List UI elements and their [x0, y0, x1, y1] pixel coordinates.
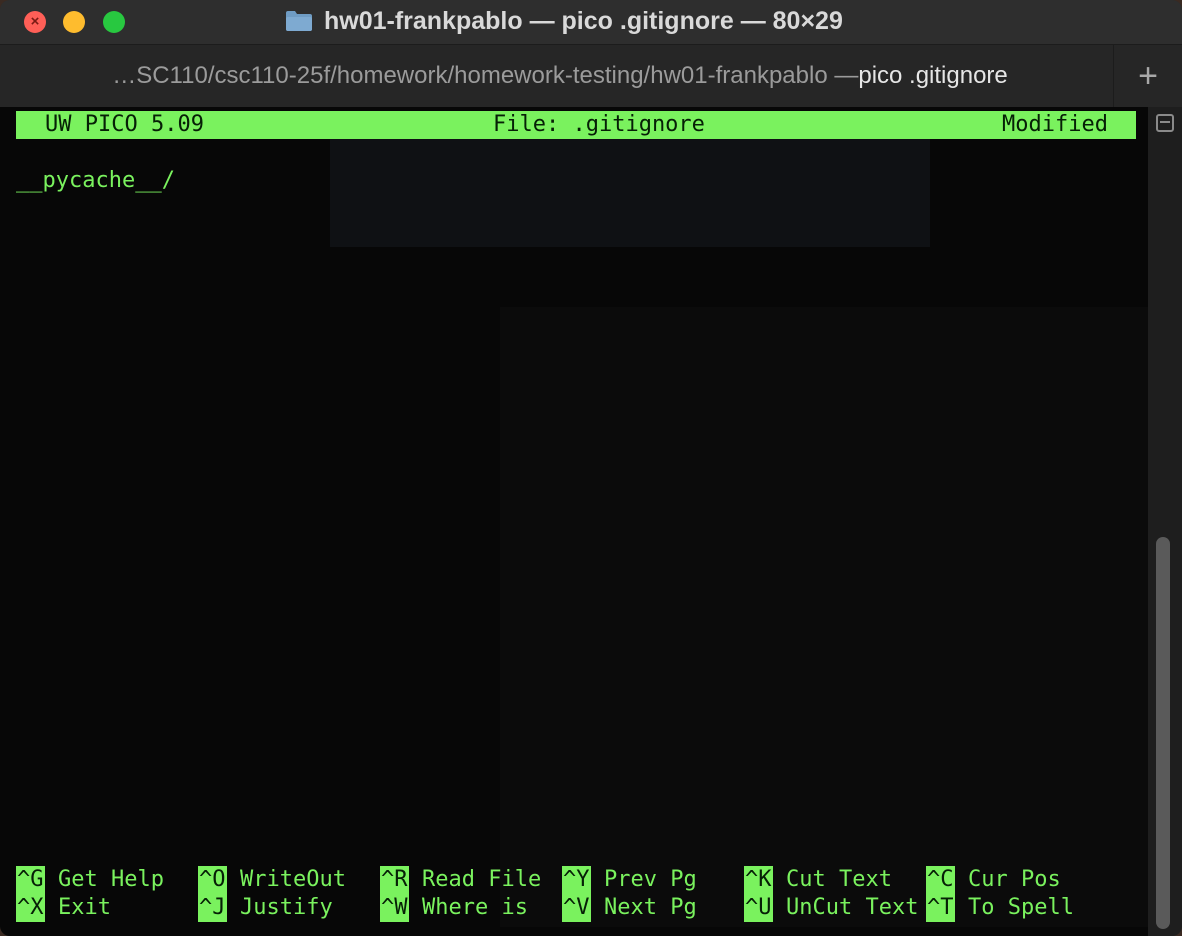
shortcut-label: Prev Pg: [604, 867, 697, 892]
new-tab-button[interactable]: +: [1113, 45, 1182, 107]
shortcut-label: Next Pg: [604, 895, 697, 920]
maximize-window-button[interactable]: [103, 11, 125, 33]
shortcut-key: ^T: [926, 894, 955, 922]
pico-modified-status: Modified: [1002, 112, 1108, 137]
editor-line[interactable]: __pycache__/: [16, 168, 175, 193]
shortcut-next-page[interactable]: ^V Next Pg: [562, 894, 697, 922]
pico-version: UW PICO 5.09: [45, 112, 204, 137]
plus-icon: +: [1138, 56, 1158, 95]
shortcut-label: To Spell: [968, 895, 1074, 920]
tab-bar: …SC110/csc110-25f/homework/homework-test…: [0, 44, 1182, 108]
shortcut-label: Where is: [422, 895, 528, 920]
pico-status-bar: UW PICO 5.09 File: .gitignore Modified: [16, 111, 1136, 139]
folder-icon: [286, 11, 312, 31]
shortcut-label: Exit: [58, 895, 111, 920]
terminal-area[interactable]: UW PICO 5.09 File: .gitignore Modified _…: [0, 107, 1148, 936]
tab-path-label: …SC110/csc110-25f/homework/homework-test…: [112, 62, 859, 89]
title-bar[interactable]: × hw01-frankpablo — pico .gitignore — 80…: [0, 0, 1182, 44]
shortcut-key: ^W: [380, 894, 409, 922]
shortcut-exit[interactable]: ^X Exit: [16, 894, 122, 922]
scrollbar-thumb[interactable]: [1156, 537, 1170, 929]
shortcut-label: Get Help: [58, 867, 164, 892]
shortcut-label: Justify: [240, 895, 333, 920]
shortcut-where-is[interactable]: ^W Where is: [380, 894, 528, 922]
shortcut-key: ^V: [562, 894, 591, 922]
close-icon: ×: [30, 13, 40, 30]
shortcut-cut-text[interactable]: ^K Cut Text: [744, 866, 892, 894]
tab-active[interactable]: …SC110/csc110-25f/homework/homework-test…: [0, 45, 1120, 107]
shortcut-to-spell[interactable]: ^T To Spell: [926, 894, 1074, 922]
window-title-group: hw01-frankpablo — pico .gitignore — 80×2…: [285, 6, 843, 36]
shortcut-justify[interactable]: ^J Justify: [198, 894, 333, 922]
pico-filename: File: .gitignore: [493, 112, 705, 137]
shortcut-read-file[interactable]: ^R Read File: [380, 866, 541, 894]
background-bleed: [330, 137, 930, 247]
shortcut-key: ^O: [198, 866, 227, 894]
minimize-window-button[interactable]: [63, 11, 85, 33]
tab-command-label: pico .gitignore: [858, 62, 1008, 89]
shortcut-key: ^J: [198, 894, 227, 922]
shortcut-label: Read File: [422, 867, 542, 892]
shortcut-writeout[interactable]: ^O WriteOut: [198, 866, 346, 894]
close-window-button[interactable]: ×: [24, 11, 46, 33]
shortcut-uncut-text[interactable]: ^U UnCut Text: [744, 894, 918, 922]
shortcut-key: ^U: [744, 894, 773, 922]
shortcut-cur-pos[interactable]: ^C Cur Pos: [926, 866, 1061, 894]
shortcut-label: UnCut Text: [786, 895, 919, 920]
shortcut-key: ^R: [380, 866, 409, 894]
split-pane-icon[interactable]: [1156, 114, 1174, 132]
shortcut-key: ^G: [16, 866, 45, 894]
shortcut-key: ^C: [926, 866, 955, 894]
shortcut-label: WriteOut: [240, 867, 346, 892]
terminal-window: × hw01-frankpablo — pico .gitignore — 80…: [0, 0, 1182, 936]
shortcut-prev-page[interactable]: ^Y Prev Pg: [562, 866, 697, 894]
shortcut-get-help[interactable]: ^G Get Help: [16, 866, 164, 894]
shortcut-key: ^X: [16, 894, 45, 922]
background-bleed: [500, 307, 1148, 927]
scrollbar-area: [1148, 107, 1182, 936]
shortcut-label: Cut Text: [786, 867, 892, 892]
shortcut-key: ^Y: [562, 866, 591, 894]
window-title: hw01-frankpablo — pico .gitignore — 80×2…: [324, 6, 843, 35]
shortcut-label: Cur Pos: [968, 867, 1061, 892]
shortcut-key: ^K: [744, 866, 773, 894]
